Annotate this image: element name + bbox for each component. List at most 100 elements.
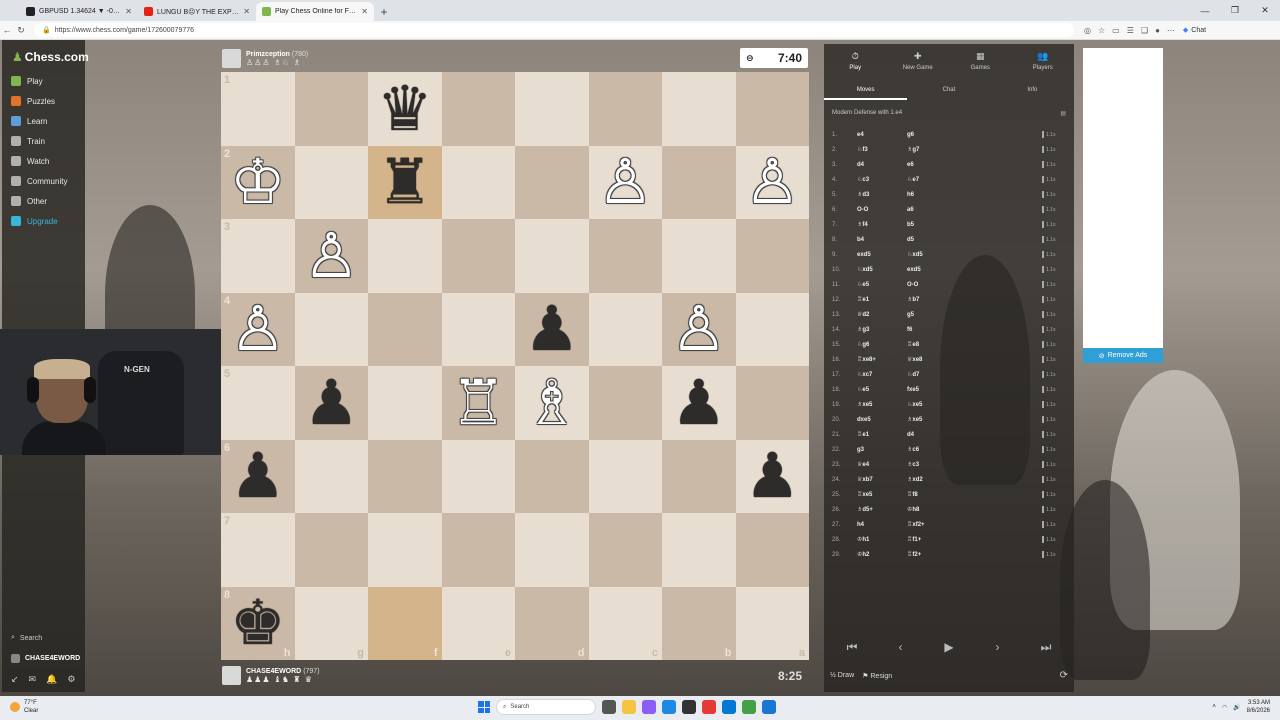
square-a2[interactable]: ♙ [735, 145, 809, 219]
white-move[interactable]: ♕d2 [857, 311, 907, 318]
chess-com-logo[interactable]: ♟ Chess.com [12, 50, 89, 64]
maximize-icon[interactable]: ❐ [1220, 0, 1250, 21]
square-e7[interactable] [441, 513, 515, 587]
taskbar-search[interactable]: ⌕ Search [496, 699, 596, 715]
sidebar-item-watch[interactable]: Watch [11, 156, 49, 166]
square-a3[interactable] [735, 219, 809, 293]
remove-ads-button[interactable]: ⊘ Remove Ads [1083, 348, 1163, 363]
refresh-icon[interactable]: ↻ [14, 25, 28, 36]
white-move[interactable]: ♔h1 [857, 536, 907, 543]
black-move[interactable]: ♘xd5 [907, 251, 957, 258]
back-icon[interactable]: ← [0, 25, 14, 35]
black-move[interactable]: ♗b7 [907, 296, 957, 303]
sidebar-item-train[interactable]: Train [11, 136, 45, 146]
square-b7[interactable] [662, 513, 736, 587]
resign-button[interactable]: ⚑ Resign [862, 672, 892, 680]
black-piece-icon[interactable]: ♟ [744, 445, 800, 507]
last-move-button[interactable]: ⏭ [1026, 640, 1066, 655]
white-piece-icon[interactable]: ♙ [230, 298, 286, 360]
square-h4[interactable]: 4 ♙ [221, 292, 295, 366]
bottom-player-avatar[interactable] [222, 666, 241, 685]
white-piece-icon[interactable]: ♙ [744, 151, 800, 213]
black-move[interactable]: b5 [907, 222, 957, 228]
square-c6[interactable] [588, 439, 662, 513]
white-move[interactable]: ♗d3 [857, 191, 907, 198]
square-e2[interactable] [441, 145, 515, 219]
black-move[interactable]: O-O [907, 282, 957, 288]
first-move-button[interactable]: ⏮ [832, 640, 872, 655]
black-move[interactable]: ♖xf2+ [907, 521, 957, 528]
black-move[interactable]: g6 [907, 132, 957, 138]
square-a6[interactable]: ♟ [735, 439, 809, 513]
square-b3[interactable] [662, 219, 736, 293]
square-d8[interactable]: d [515, 586, 589, 660]
square-g7[interactable] [294, 513, 368, 587]
square-d6[interactable] [515, 439, 589, 513]
white-move[interactable]: b4 [857, 237, 907, 243]
white-move[interactable]: ♘g6 [857, 341, 907, 348]
white-move[interactable]: ♘xc7 [857, 371, 907, 378]
white-piece-icon[interactable]: ♗ [524, 371, 580, 434]
black-move[interactable]: ♗g7 [907, 146, 957, 153]
minimize-icon[interactable]: — [1190, 0, 1220, 21]
close-tab-icon[interactable]: ✕ [361, 7, 368, 16]
white-move[interactable]: exd5 [857, 252, 907, 258]
black-piece-icon[interactable]: ♟ [671, 371, 727, 434]
black-move[interactable]: fxe5 [907, 387, 957, 393]
square-f8[interactable]: f [368, 586, 442, 660]
black-move[interactable]: h6 [907, 192, 957, 198]
square-f2[interactable]: ♜ [368, 145, 442, 219]
bell-icon[interactable]: 🔔 [46, 674, 57, 685]
volume-icon[interactable]: 🔊 [1233, 704, 1240, 711]
white-move[interactable]: ♕xb7 [857, 476, 907, 483]
square-h2[interactable]: 2 ♔ [221, 145, 295, 219]
square-c5[interactable] [588, 366, 662, 440]
sidebar-item-community[interactable]: Community [11, 176, 67, 186]
white-move[interactable]: ♔h2 [857, 551, 907, 558]
black-move[interactable]: ♗c3 [907, 461, 957, 468]
square-a1[interactable] [735, 72, 809, 146]
white-move[interactable]: ♘e5 [857, 281, 907, 288]
sidebar-item-puzzles[interactable]: Puzzles [11, 96, 55, 106]
black-piece-icon[interactable]: ♟ [303, 371, 359, 434]
black-move[interactable]: ♖f8 [907, 491, 957, 498]
browser-tab[interactable]: Play Chess Online for FREE ... ✕ [256, 2, 374, 21]
square-g1[interactable] [294, 72, 368, 146]
tab-play[interactable]: ⏱ Play [824, 44, 887, 78]
draw-button[interactable]: ½ Draw [830, 672, 854, 679]
black-move[interactable]: ♖f1+ [907, 536, 957, 543]
mail-icon[interactable]: ✉ [29, 674, 37, 685]
square-g5[interactable]: ♟ [294, 366, 368, 440]
more-icon[interactable]: ⋯ [1167, 26, 1175, 35]
sidebar-user[interactable]: CHASE4EWORD [11, 654, 80, 663]
black-move[interactable]: ♗xd2 [907, 476, 957, 483]
collections-icon[interactable]: ❏ [1141, 26, 1148, 35]
browser-tab[interactable]: LUNGU B☹Y THE EXPERIENC ✕ [138, 2, 256, 21]
white-move[interactable]: ♗g3 [857, 326, 907, 333]
square-c1[interactable] [588, 72, 662, 146]
square-c4[interactable] [588, 292, 662, 366]
black-move[interactable]: ♘d7 [907, 371, 957, 378]
white-move[interactable]: g3 [857, 447, 907, 453]
url-field[interactable]: 🔒 https://www.chess.com/game/17260007977… [34, 23, 1074, 37]
wifi-icon[interactable]: ◠ [1222, 704, 1227, 711]
tab-new-game[interactable]: ✚ New Game [887, 44, 950, 78]
square-f6[interactable] [368, 439, 442, 513]
square-d1[interactable] [515, 72, 589, 146]
square-b5[interactable]: ♟ [662, 366, 736, 440]
black-move[interactable]: d4 [907, 432, 957, 438]
copilot-chat-button[interactable]: ◆ Chat [1183, 26, 1206, 35]
square-b8[interactable]: b [662, 586, 736, 660]
square-a5[interactable] [735, 366, 809, 440]
top-player-avatar[interactable] [222, 49, 241, 68]
square-c2[interactable]: ♙ [588, 145, 662, 219]
read-aloud-icon[interactable]: ◎ [1084, 26, 1091, 35]
black-move[interactable]: ♗xe5 [907, 416, 957, 423]
square-c3[interactable] [588, 219, 662, 293]
top-player-name[interactable]: Primzception [246, 51, 290, 58]
black-move[interactable]: ♘xe5 [907, 401, 957, 408]
square-e5[interactable]: ♖ [441, 366, 515, 440]
square-d3[interactable] [515, 219, 589, 293]
black-piece-icon[interactable]: ♟ [230, 445, 286, 507]
square-d4[interactable]: ♟ [515, 292, 589, 366]
